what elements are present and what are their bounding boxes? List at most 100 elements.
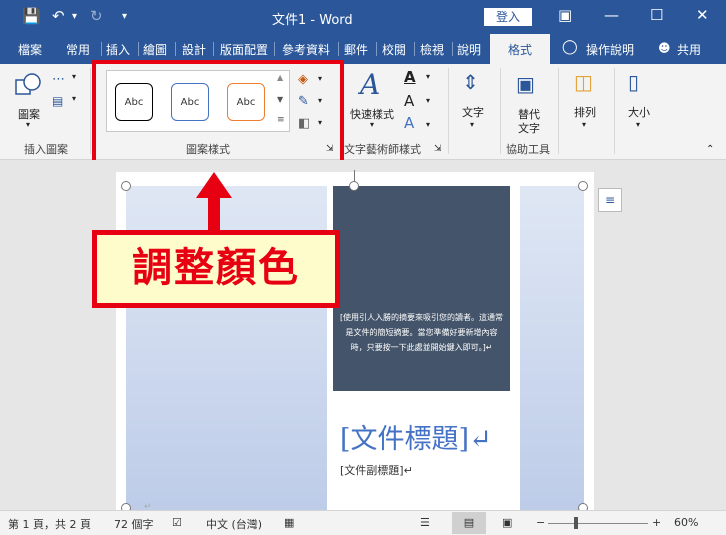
share-button[interactable]: 共用 <box>677 41 701 58</box>
tab-help[interactable]: 說明 <box>457 41 481 58</box>
size-dropdown-icon[interactable]: ▾ <box>636 120 640 129</box>
text-fill-dropdown-icon[interactable]: ▾ <box>426 72 430 81</box>
arrange-icon[interactable]: ◫ <box>574 70 593 94</box>
tab-separator <box>101 42 102 56</box>
tab-design[interactable]: 設計 <box>182 41 206 58</box>
proofing-icon[interactable]: ☑ <box>172 516 182 529</box>
text-fill-icon[interactable]: A <box>404 68 416 86</box>
insert-shapes-group-label: 插入圖案 <box>24 143 68 156</box>
tab-insert[interactable]: 插入 <box>106 41 130 58</box>
arrange-dropdown-icon[interactable]: ▾ <box>582 120 586 129</box>
tab-separator <box>138 42 139 56</box>
tab-references[interactable]: 參考資料 <box>282 41 330 58</box>
tab-separator <box>338 42 339 56</box>
text-box-icon[interactable]: ▤ <box>52 94 63 108</box>
text-outline-icon[interactable]: A <box>404 92 414 110</box>
sidebar-shape-right[interactable] <box>520 186 584 522</box>
document-page: [使用引人入勝的摘要來吸引您的讀者。這通常是文件的簡短摘要。當您準備好要新增內容… <box>116 172 594 522</box>
save-icon[interactable]: 💾 <box>22 7 41 25</box>
tab-review[interactable]: 校閱 <box>382 41 406 58</box>
lightbulb-icon[interactable]: ◯ <box>562 39 578 55</box>
highlight-box <box>92 60 344 164</box>
web-layout-icon[interactable]: ▣ <box>502 516 512 529</box>
resize-handle[interactable] <box>578 181 588 191</box>
arrange-button-label[interactable]: 排列 <box>574 104 596 120</box>
person-icon[interactable]: ☻ <box>658 41 671 55</box>
size-icon[interactable]: ▯ <box>628 70 639 94</box>
shapes-icon[interactable] <box>14 72 44 98</box>
resize-handle[interactable] <box>121 181 131 191</box>
zoom-in-icon[interactable]: + <box>652 516 661 529</box>
tab-format[interactable]: 格式 <box>490 34 551 64</box>
tab-draw[interactable]: 繪圖 <box>143 41 167 58</box>
edit-shape-icon[interactable]: ⋯ <box>52 72 65 87</box>
read-mode-icon[interactable]: ☰ <box>420 516 430 529</box>
undo-dropdown-icon[interactable]: ▾ <box>72 11 77 22</box>
shapes-dropdown-icon[interactable]: ▾ <box>26 120 30 129</box>
text-dropdown-icon[interactable]: ▾ <box>470 120 474 129</box>
layout-options-icon[interactable]: ≡ <box>598 188 622 212</box>
document-title[interactable]: [文件標題]↵ <box>340 417 492 456</box>
text-direction-icon[interactable]: ⇕ <box>462 70 479 94</box>
annotation-arrow-head <box>196 172 232 198</box>
wordart-group-label: 文字藝術師樣式 <box>344 143 421 156</box>
accessibility-group-label: 協助工具 <box>506 143 550 156</box>
alt-text-icon[interactable]: ▣ <box>516 72 535 96</box>
tab-separator <box>452 42 453 56</box>
tab-layout[interactable]: 版面配置 <box>220 41 268 58</box>
text-effects-icon[interactable]: A <box>404 114 414 132</box>
zoom-out-icon[interactable]: − <box>536 516 545 529</box>
minimize-icon[interactable]: — <box>604 6 619 24</box>
quick-styles-dropdown-icon[interactable]: ▾ <box>370 120 374 129</box>
abstract-box[interactable]: [使用引人入勝的摘要來吸引您的讀者。這通常是文件的簡短摘要。當您準備好要新增內容… <box>333 186 510 391</box>
close-icon[interactable]: ✕ <box>696 6 709 24</box>
zoom-slider[interactable] <box>548 523 648 524</box>
group-separator <box>558 68 559 154</box>
tab-file[interactable]: 檔案 <box>18 41 42 58</box>
annotation-arrow-shaft <box>208 196 220 232</box>
window-title: 文件1 - Word <box>272 13 353 28</box>
alt-text-label-line2[interactable]: 文字 <box>518 120 540 136</box>
edit-shape-dropdown-icon[interactable]: ▾ <box>72 72 76 81</box>
quick-styles-icon[interactable]: A <box>360 68 380 101</box>
ribbon-display-options-icon[interactable]: ▣ <box>558 6 572 24</box>
size-button-label[interactable]: 大小 <box>628 104 650 120</box>
language-indicator[interactable]: 中文 (台灣) <box>206 516 262 532</box>
page-count[interactable]: 第 1 頁，共 2 頁 <box>8 516 91 532</box>
tab-home[interactable]: 常用 <box>66 41 90 58</box>
text-outline-dropdown-icon[interactable]: ▾ <box>426 96 430 105</box>
tab-separator <box>376 42 377 56</box>
word-count[interactable]: 72 個字 <box>114 516 154 532</box>
tab-separator <box>414 42 415 56</box>
text-effects-dropdown-icon[interactable]: ▾ <box>426 120 430 129</box>
zoom-slider-thumb[interactable] <box>574 517 578 529</box>
document-area: [使用引人入勝的摘要來吸引您的讀者。這通常是文件的簡短摘要。當您準備好要新增內容… <box>0 160 726 522</box>
tell-me-button[interactable]: 操作說明 <box>586 41 634 58</box>
undo-icon[interactable]: ↶ <box>52 7 65 25</box>
status-bar: 第 1 頁，共 2 頁 72 個字 ☑ 中文 (台灣) ▦ ☰ ▤ ▣ − + … <box>0 510 726 535</box>
tab-separator <box>175 42 176 56</box>
tab-separator <box>213 42 214 56</box>
group-separator <box>500 68 501 154</box>
group-separator <box>448 68 449 154</box>
maximize-icon[interactable]: ☐ <box>650 6 663 24</box>
resize-handle[interactable] <box>349 181 359 191</box>
tab-view[interactable]: 檢視 <box>420 41 444 58</box>
text-button-label[interactable]: 文字 <box>462 104 484 120</box>
login-button[interactable]: 登入 <box>484 8 532 26</box>
abstract-text[interactable]: [使用引人入勝的摘要來吸引您的讀者。這通常是文件的簡短摘要。當您準備好要新增內容… <box>339 310 504 355</box>
customize-toolbar-icon[interactable]: ▾ <box>122 11 127 22</box>
collapse-ribbon-icon[interactable]: ⌃ <box>706 144 714 155</box>
group-separator <box>90 68 91 154</box>
accessibility-icon[interactable]: ▦ <box>284 516 294 529</box>
redo-icon[interactable]: ↻ <box>90 7 103 25</box>
wordart-launcher-icon[interactable]: ⇲ <box>434 144 442 154</box>
annotation-callout: 調整顏色 <box>92 230 340 308</box>
zoom-level[interactable]: 60% <box>674 516 698 529</box>
text-box-dropdown-icon[interactable]: ▾ <box>72 94 76 103</box>
rotate-handle-line <box>354 170 355 182</box>
print-layout-icon[interactable]: ▤ <box>452 512 486 534</box>
title-bar: 💾 ↶ ▾ ↻ ▾ 文件1 - Word 登入 ▣ — ☐ ✕ <box>0 0 726 34</box>
document-subtitle[interactable]: [文件副標題]↵ <box>340 462 413 478</box>
tab-mailings[interactable]: 郵件 <box>344 41 368 58</box>
